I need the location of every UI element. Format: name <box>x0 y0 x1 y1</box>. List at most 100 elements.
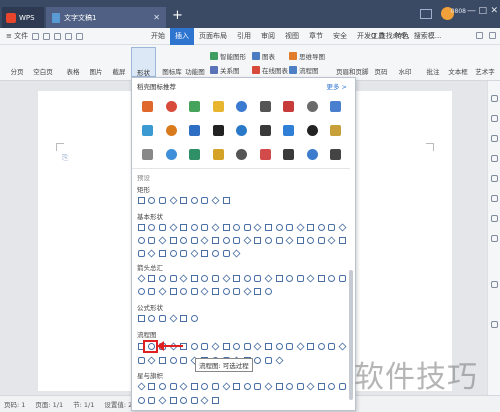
shape-option[interactable] <box>316 340 327 352</box>
recommended-icon-cell[interactable] <box>301 142 325 166</box>
recommended-icon-cell[interactable] <box>277 142 301 166</box>
shape-option[interactable] <box>189 340 200 352</box>
shape-option[interactable] <box>168 247 179 259</box>
shape-button[interactable]: 形状 <box>131 47 156 77</box>
shape-option[interactable] <box>231 247 242 259</box>
maximize-button[interactable]: □ <box>478 6 487 16</box>
shape-option[interactable] <box>147 285 158 297</box>
recommended-icon-cell[interactable] <box>207 142 231 166</box>
redo-icon[interactable] <box>76 32 84 40</box>
shape-option[interactable] <box>253 272 264 284</box>
recommended-icon-cell[interactable] <box>207 118 231 142</box>
shape-option[interactable] <box>189 272 200 284</box>
shape-option[interactable] <box>200 340 211 352</box>
close-tab-icon[interactable]: ✕ <box>153 13 160 22</box>
shape-option[interactable] <box>274 234 285 246</box>
shape-option[interactable] <box>221 234 232 246</box>
document-tab[interactable]: 文字文稿1 ✕ <box>46 7 166 28</box>
shape-option[interactable] <box>221 285 232 297</box>
shape-option[interactable] <box>221 340 232 352</box>
shape-option[interactable] <box>284 380 295 392</box>
recommended-icon-cell[interactable] <box>136 118 160 142</box>
shape-option[interactable] <box>189 394 200 406</box>
shape-option[interactable] <box>178 354 189 366</box>
shape-option[interactable] <box>316 234 327 246</box>
recommended-icon-cell[interactable] <box>301 118 325 142</box>
sidebar-select-icon[interactable] <box>491 115 498 122</box>
shape-option[interactable] <box>263 221 274 233</box>
shape-option[interactable] <box>221 247 232 259</box>
shape-option[interactable] <box>263 354 274 366</box>
shape-option[interactable] <box>147 221 158 233</box>
shape-option[interactable] <box>200 380 211 392</box>
save-icon[interactable] <box>32 32 40 40</box>
shape-option[interactable] <box>337 340 348 352</box>
dropdown-scrollbar[interactable] <box>349 270 353 400</box>
shape-option[interactable] <box>200 221 211 233</box>
shape-option[interactable] <box>284 340 295 352</box>
tab-7[interactable]: 安全 <box>328 28 352 45</box>
tab-2[interactable]: 页面布局 <box>194 28 232 45</box>
shape-option[interactable] <box>284 272 295 284</box>
recommended-icon-cell[interactable] <box>160 118 184 142</box>
shape-option[interactable] <box>221 194 232 206</box>
shape-option[interactable] <box>306 380 317 392</box>
new-tab-button[interactable]: + <box>172 9 183 22</box>
shape-option[interactable] <box>221 380 232 392</box>
sidebar-style-icon[interactable] <box>491 95 498 102</box>
recommended-icon-cell[interactable] <box>324 142 348 166</box>
shape-option[interactable] <box>242 221 253 233</box>
shape-option[interactable] <box>168 272 179 284</box>
shape-option[interactable] <box>168 380 179 392</box>
shape-option[interactable] <box>274 272 285 284</box>
recommended-icon-cell[interactable] <box>183 142 207 166</box>
shape-option[interactable] <box>253 380 264 392</box>
alternate-process-highlight[interactable] <box>143 340 158 353</box>
shape-option[interactable] <box>327 380 338 392</box>
shape-option[interactable] <box>157 194 168 206</box>
shape-option[interactable] <box>295 380 306 392</box>
shape-option[interactable] <box>242 340 253 352</box>
shape-option[interactable] <box>178 272 189 284</box>
shape-option[interactable] <box>136 194 147 206</box>
recommended-icon-cell[interactable] <box>254 94 278 118</box>
shape-option[interactable] <box>178 247 189 259</box>
shape-option[interactable] <box>231 340 242 352</box>
shape-option[interactable] <box>231 234 242 246</box>
shape-option[interactable] <box>200 394 211 406</box>
recommended-icon-cell[interactable] <box>230 94 254 118</box>
shape-option[interactable] <box>337 272 348 284</box>
shape-option[interactable] <box>231 380 242 392</box>
page-number-button[interactable]: 页码 <box>368 49 394 76</box>
header-footer-button[interactable]: 页眉和页脚 <box>336 49 369 76</box>
preview-icon[interactable] <box>54 32 62 40</box>
watermark-button[interactable]: 水印 <box>392 49 418 76</box>
shape-option[interactable] <box>147 380 158 392</box>
shape-option[interactable] <box>295 221 306 233</box>
tab-1[interactable]: 插入 <box>170 28 194 45</box>
shape-option[interactable] <box>231 272 242 284</box>
shape-option[interactable] <box>221 272 232 284</box>
recommended-icon-cell[interactable] <box>254 142 278 166</box>
user-id[interactable]: 0808 <box>451 8 466 15</box>
shape-option[interactable] <box>136 221 147 233</box>
shape-option[interactable] <box>306 272 317 284</box>
shape-option[interactable] <box>168 221 179 233</box>
shape-option[interactable] <box>306 234 317 246</box>
more-icons-link[interactable]: 更多 > <box>326 81 347 91</box>
shape-option[interactable] <box>295 272 306 284</box>
shape-option[interactable] <box>157 394 168 406</box>
shape-option[interactable] <box>168 234 179 246</box>
shape-option[interactable] <box>274 221 285 233</box>
page-break-button[interactable]: 分页 <box>4 49 30 76</box>
shape-option[interactable] <box>242 234 253 246</box>
shape-option[interactable] <box>263 285 274 297</box>
sidebar-format-icon[interactable] <box>491 195 498 202</box>
shape-option[interactable] <box>136 247 147 259</box>
sidebar-link-icon[interactable] <box>491 175 498 182</box>
flowchart-button[interactable]: 流程图 <box>289 65 319 75</box>
shape-option[interactable] <box>210 272 221 284</box>
shape-option[interactable] <box>178 380 189 392</box>
shape-option[interactable] <box>263 380 274 392</box>
shape-option[interactable] <box>178 194 189 206</box>
